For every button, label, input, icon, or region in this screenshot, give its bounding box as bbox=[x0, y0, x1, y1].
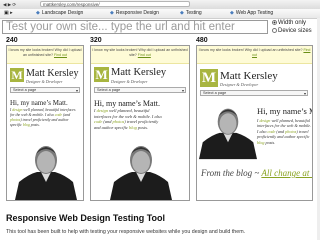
bio-text: I design well planned, beautiful interfa… bbox=[10, 108, 76, 128]
bookmark-label: Web App Testing bbox=[235, 10, 274, 16]
site-logo: M bbox=[94, 67, 109, 82]
page-title: Responsive Web Design Testing Tool bbox=[6, 213, 166, 223]
page-description: This tool has been built to help with te… bbox=[6, 229, 246, 235]
address-bar[interactable]: mattkersley.com/responsive/ bbox=[40, 1, 190, 7]
bookmark-label: Responsive Design bbox=[115, 10, 159, 16]
site-tagline: Designer & Developer bbox=[111, 79, 148, 84]
frame-width-label: 240 bbox=[6, 37, 18, 44]
blog-heading: From the blog ~ All change at the stop bbox=[201, 168, 312, 178]
device-sizes-label: Device sizes bbox=[278, 28, 312, 35]
blog-link[interactable]: All change at the stop bbox=[261, 168, 312, 178]
page-select[interactable]: Select a page bbox=[10, 87, 80, 93]
bio-text: I design well planned, beautiful interfa… bbox=[94, 108, 162, 131]
bookmark-webapp[interactable]: ◆ Web App Testing bbox=[230, 10, 273, 17]
width-only-radio[interactable]: Width only bbox=[272, 20, 306, 26]
bookmark-icon: ◆ bbox=[180, 10, 184, 16]
notice-text: I know my site looks broken! Why did I u… bbox=[8, 48, 82, 57]
site-tagline: Designer & Developer bbox=[220, 82, 259, 87]
site-name: Matt Kersley bbox=[111, 67, 167, 78]
notice-link[interactable]: Find out bbox=[138, 53, 151, 57]
device-sizes-radio[interactable]: Device sizes bbox=[272, 28, 312, 34]
site-name: Matt Kersley bbox=[220, 70, 278, 82]
notice-banner: I know my site looks broken! Why did I u… bbox=[91, 46, 189, 64]
width-only-label: Width only bbox=[278, 20, 307, 27]
notice-link[interactable]: Find out bbox=[54, 53, 67, 57]
url-input[interactable]: Test your own site... type the url and h… bbox=[2, 20, 268, 34]
greeting: Hi, my name’s Matt. bbox=[10, 99, 68, 107]
notice-banner: I know my site looks broken! Why did I u… bbox=[7, 46, 83, 64]
bookmark-icon: ◆ bbox=[230, 10, 234, 16]
blog-heading-text: From the blog ~ bbox=[201, 168, 262, 178]
site-logo: M bbox=[200, 69, 218, 87]
frame-width-label: 480 bbox=[196, 37, 208, 44]
portrait-photo bbox=[105, 142, 177, 200]
browser-back-forward[interactable]: ◀ ▶ ⟳ bbox=[3, 1, 16, 8]
bio-text: I design well planned, beautiful interfa… bbox=[257, 118, 312, 145]
radio-checked-icon bbox=[272, 20, 277, 25]
page-select[interactable]: Select a page bbox=[94, 87, 186, 93]
greeting: Hi, my name’s M bbox=[257, 106, 313, 116]
bookmark-label: Testing bbox=[185, 10, 202, 16]
bookmark-icon: ◆ bbox=[36, 10, 40, 16]
site-tagline: Designer & Developer bbox=[26, 79, 63, 84]
site-logo: M bbox=[10, 68, 24, 82]
greeting: Hi, my name’s Matt. bbox=[94, 99, 160, 108]
site-name: Matt Kersley bbox=[26, 68, 79, 79]
portrait-photo bbox=[15, 142, 77, 200]
bookmark-icon: ◆ bbox=[110, 10, 114, 16]
radio-unchecked-icon bbox=[272, 28, 277, 33]
preview-frame-480[interactable]: I know my site looks broken! Why did I u… bbox=[196, 45, 313, 201]
notice-banner: I know my site looks broken! Why did I u… bbox=[197, 46, 312, 64]
bookmarks-bar: ▣ ▸ ◆ Landscape Design ◆ Responsive Design… bbox=[0, 9, 320, 19]
bookmark-responsive[interactable]: ◆ Responsive Design bbox=[110, 10, 159, 17]
notice-text: I know my site looks broken! Why did I u… bbox=[198, 48, 303, 52]
bookmark-testing[interactable]: ◆ Testing bbox=[180, 10, 202, 17]
bookmark-landscape[interactable]: ◆ Landscape Design bbox=[36, 10, 83, 17]
bookmark-folder-icon[interactable]: ▣ ▸ bbox=[4, 10, 13, 17]
portrait-photo bbox=[199, 102, 257, 162]
bookmark-label: Landscape Design bbox=[41, 10, 84, 16]
frame-width-label: 320 bbox=[90, 37, 102, 44]
preview-frame-240[interactable]: I know my site looks broken! Why did I u… bbox=[6, 45, 84, 201]
preview-frame-320[interactable]: I know my site looks broken! Why did I u… bbox=[90, 45, 190, 201]
page-select[interactable]: Select a page bbox=[200, 90, 308, 96]
